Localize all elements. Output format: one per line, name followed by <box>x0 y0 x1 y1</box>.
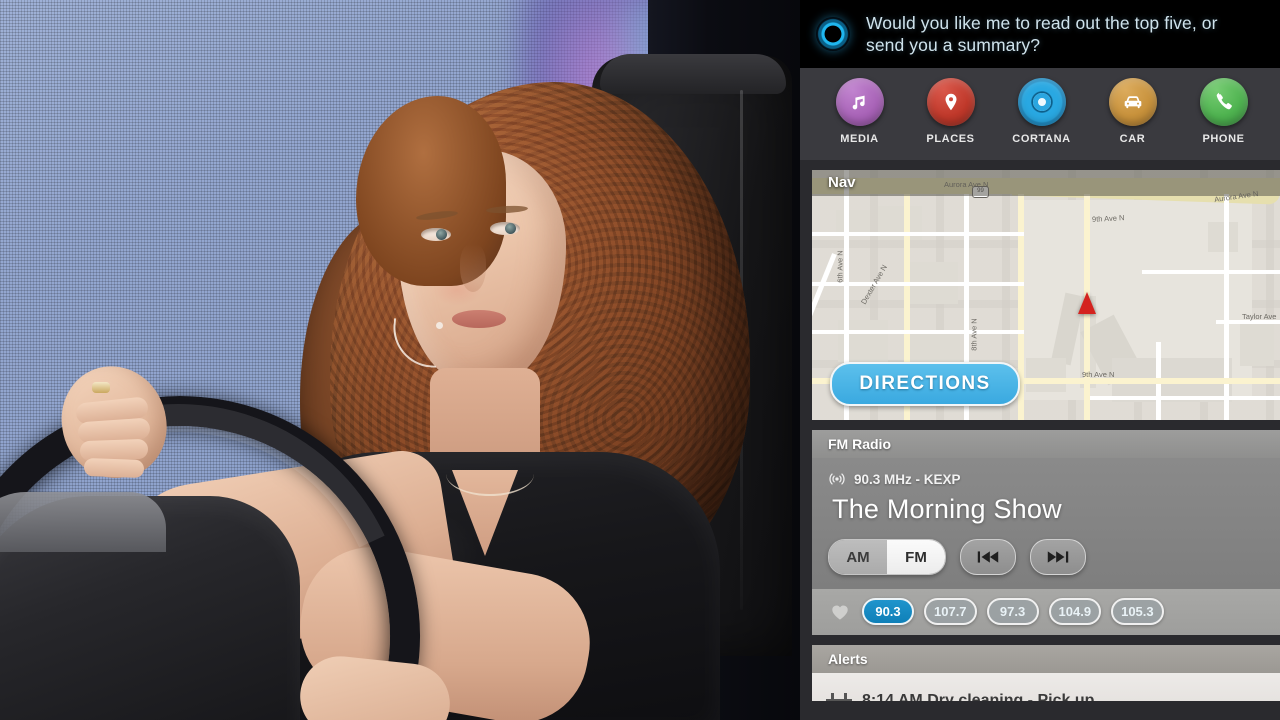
app-label: MEDIA <box>840 133 879 145</box>
nav-title-bar: Nav <box>812 170 1280 196</box>
app-label: PHONE <box>1202 133 1245 145</box>
music-note-icon[interactable] <box>835 78 884 126</box>
fm-radio-card: FM Radio 90.3 MHz - KEXP The Morning Sho… <box>812 430 1280 635</box>
app-label: CAR <box>1119 133 1146 145</box>
preset-button[interactable]: 90.3 <box>862 598 914 625</box>
directions-button-label: DIRECTIONS <box>859 373 991 394</box>
iris-right <box>505 223 516 234</box>
preset-button[interactable]: 97.3 <box>986 598 1039 625</box>
navigation-arrow-marker <box>1078 292 1096 314</box>
cortana-ring-icon <box>816 17 850 51</box>
preset-button[interactable]: 105.3 <box>1111 598 1164 625</box>
map-street-label: 9th Ave N <box>1091 213 1125 224</box>
ring <box>92 382 110 393</box>
phone-handset-icon[interactable] <box>1199 78 1248 126</box>
fm-station-row: 90.3 MHz - KEXP <box>828 470 1280 488</box>
app-launcher-row: MEDIA PLACES CORTANA CAR PHONE <box>800 68 1280 160</box>
hanger-icon <box>826 691 852 701</box>
map-road <box>1142 270 1280 274</box>
nav-title: Nav <box>828 174 856 191</box>
finger <box>83 457 145 479</box>
map-street-label: 9th Ave N <box>1082 370 1115 379</box>
app-car[interactable]: CAR <box>1087 78 1178 145</box>
cortana-ring-icon[interactable] <box>1017 78 1066 126</box>
app-media[interactable]: MEDIA <box>814 78 905 145</box>
app-label: CORTANA <box>1012 133 1071 145</box>
infotainment-panel: Would you like me to read out the top fi… <box>800 0 1280 720</box>
fm-radio-body: 90.3 MHz - KEXP The Morning Show AM FM <box>812 458 1280 589</box>
car-seat-headrest <box>600 54 786 94</box>
preset-button[interactable]: 104.9 <box>1048 598 1102 625</box>
fm-radio-title: FM Radio <box>812 430 1280 458</box>
band-option-am[interactable]: AM <box>829 540 887 574</box>
next-station-button[interactable] <box>1030 539 1086 575</box>
car-icon[interactable] <box>1108 78 1157 126</box>
map-road <box>1224 194 1229 420</box>
heart-icon[interactable] <box>828 601 852 623</box>
previous-station-button[interactable] <box>960 539 1016 575</box>
app-label: PLACES <box>926 133 975 145</box>
screenshot-root: Would you like me to read out the top fi… <box>0 0 1280 720</box>
eye-left <box>421 228 451 241</box>
map-road <box>812 330 1024 334</box>
lips <box>452 310 506 328</box>
preset-button[interactable]: 107.7 <box>924 598 977 625</box>
map-road <box>1090 396 1280 400</box>
broadcast-signal-icon <box>829 473 845 485</box>
map-building <box>1240 320 1274 366</box>
cortana-prompt-bar: Would you like me to read out the top fi… <box>800 0 1280 68</box>
alert-item-text: 8:14 AM Dry cleaning - Pick up <box>862 692 1095 701</box>
map-street-label: Taylor Ave <box>1242 312 1277 321</box>
app-places[interactable]: PLACES <box>905 78 996 145</box>
iris-left <box>436 229 447 240</box>
map-road <box>812 232 1024 236</box>
alerts-title: Alerts <box>812 645 1280 673</box>
alerts-body[interactable]: 8:14 AM Dry cleaning - Pick up <box>812 673 1280 701</box>
skip-forward-icon <box>1047 551 1069 563</box>
skip-back-icon <box>977 551 999 563</box>
fm-controls-row: AM FM <box>828 539 1280 575</box>
map-building <box>1208 222 1238 252</box>
fm-presets-row: 90.3 107.7 97.3 104.9 105.3 <box>812 589 1280 635</box>
band-option-fm[interactable]: FM <box>887 540 945 574</box>
fm-now-playing: The Morning Show <box>832 494 1062 524</box>
app-cortana[interactable]: CORTANA <box>996 78 1087 145</box>
nose <box>460 244 486 292</box>
necklace <box>446 452 534 496</box>
map-building <box>1026 358 1066 392</box>
map-pin-icon[interactable] <box>926 78 975 126</box>
headset-mic-tip <box>436 322 443 329</box>
directions-button[interactable]: DIRECTIONS <box>830 362 1020 406</box>
app-settings[interactable]: SE <box>1269 78 1280 145</box>
nav-card[interactable]: Aurora Ave N Aurora Ave N 9th Ave N 9th … <box>812 170 1280 420</box>
app-phone[interactable]: PHONE <box>1178 78 1269 145</box>
alert-list-item[interactable]: 8:14 AM Dry cleaning - Pick up <box>826 691 1094 701</box>
band-toggle[interactable]: AM FM <box>828 539 946 575</box>
eye-right <box>490 222 520 235</box>
map-street-label: 6th Ave N <box>835 250 845 283</box>
studio-photo <box>0 0 800 720</box>
fm-station-text: 90.3 MHz - KEXP <box>854 471 961 487</box>
cortana-prompt-text: Would you like me to read out the top fi… <box>866 13 1218 55</box>
dashboard-edge <box>0 492 166 552</box>
map-street-label: 8th Ave N <box>969 318 979 351</box>
alerts-card: Alerts 8:14 AM Dry cleaning - Pick up <box>812 645 1280 701</box>
